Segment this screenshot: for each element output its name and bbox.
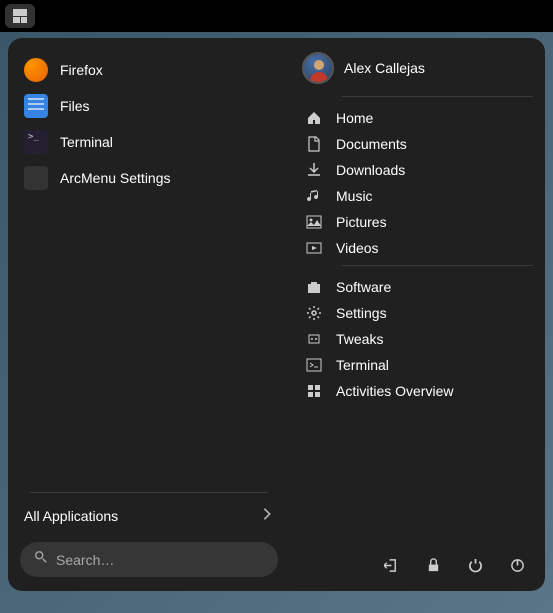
picture-icon [306,214,322,230]
divider [342,96,533,97]
place-label: Downloads [336,162,405,178]
place-pictures[interactable]: Pictures [302,209,533,235]
system-settings[interactable]: Settings [302,300,533,326]
place-downloads[interactable]: Downloads [302,157,533,183]
power-row [302,545,533,577]
shutdown-button[interactable] [505,553,529,577]
video-icon [306,240,322,256]
app-label: Terminal [60,134,113,150]
document-icon [306,136,322,152]
place-documents[interactable]: Documents [302,131,533,157]
activities-icon [306,383,322,399]
system-label: Software [336,279,391,295]
place-videos[interactable]: Videos [302,235,533,261]
all-apps-label: All Applications [24,508,118,524]
divider [30,492,268,493]
app-label: Firefox [60,62,103,78]
place-label: Home [336,110,373,126]
system-software[interactable]: Software [302,274,533,300]
app-label: Files [60,98,90,114]
system-activities[interactable]: Activities Overview [302,378,533,404]
arc-menu-panel: Firefox Files Terminal ArcMenu Settings … [8,38,545,591]
chevron-right-icon [260,507,274,524]
terminal-sym-icon [306,357,322,373]
pinned-apps-list: Firefox Files Terminal ArcMenu Settings [20,52,278,486]
system-label: Terminal [336,357,389,373]
left-column: Firefox Files Terminal ArcMenu Settings … [20,52,290,577]
app-files[interactable]: Files [20,88,278,124]
software-icon [306,279,322,295]
app-arcmenu-settings[interactable]: ArcMenu Settings [20,160,278,196]
place-label: Pictures [336,214,387,230]
system-label: Tweaks [336,331,383,347]
user-name: Alex Callejas [344,60,425,76]
tweaks-icon [306,331,322,347]
search-input[interactable] [56,552,264,568]
grid-icon [13,9,27,23]
search-box[interactable] [20,542,278,577]
topbar [0,0,553,32]
app-label: ArcMenu Settings [60,170,171,186]
system-label: Activities Overview [336,383,453,399]
activities-launcher[interactable] [5,4,35,28]
gear-icon [306,305,322,321]
right-column: Alex Callejas Home Documents Downloads M… [290,52,533,577]
app-firefox[interactable]: Firefox [20,52,278,88]
firefox-icon [24,58,48,82]
place-label: Videos [336,240,379,256]
logout-button[interactable] [379,553,403,577]
place-label: Music [336,188,373,204]
place-label: Documents [336,136,407,152]
download-icon [306,162,322,178]
all-applications-button[interactable]: All Applications [20,499,278,532]
avatar [302,52,334,84]
divider [342,265,533,266]
place-music[interactable]: Music [302,183,533,209]
place-home[interactable]: Home [302,105,533,131]
arcmenu-icon [24,166,48,190]
search-icon [34,550,48,569]
user-section[interactable]: Alex Callejas [302,52,533,84]
lock-button[interactable] [421,553,445,577]
system-terminal[interactable]: Terminal [302,352,533,378]
terminal-icon [24,130,48,154]
restart-button[interactable] [463,553,487,577]
files-icon [24,94,48,118]
system-label: Settings [336,305,387,321]
app-terminal[interactable]: Terminal [20,124,278,160]
music-icon [306,188,322,204]
home-icon [306,110,322,126]
system-tweaks[interactable]: Tweaks [302,326,533,352]
